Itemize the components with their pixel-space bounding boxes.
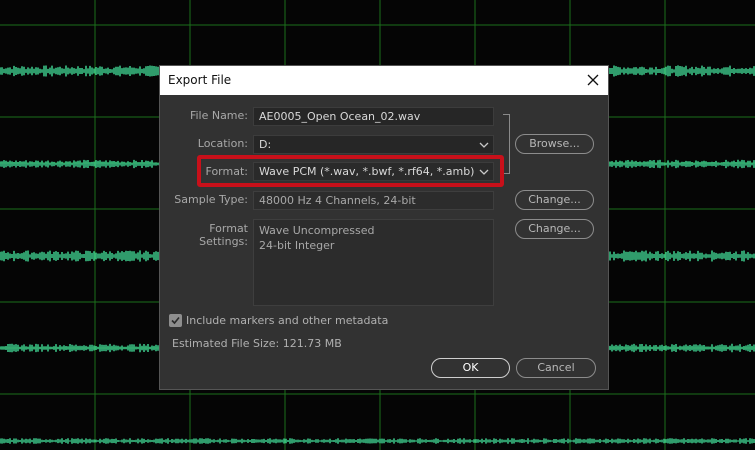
change-sample-type-button[interactable]: Change...: [515, 190, 594, 210]
waveform-track: [0, 438, 755, 444]
dialog-titlebar: Export File: [160, 66, 608, 95]
export-file-dialog: Export File File Name: AE0005_Open Ocean…: [159, 65, 609, 390]
sample-type-field: 48000 Hz 4 Channels, 24-bit: [253, 191, 494, 210]
format-settings-line: Wave Uncompressed: [259, 224, 375, 237]
format-highlight-box: [197, 155, 504, 187]
dialog-title: Export File: [168, 73, 232, 87]
file-name-field[interactable]: AE0005_Open Ocean_02.wav: [253, 107, 494, 126]
location-dropdown[interactable]: D:: [253, 135, 494, 154]
format-settings-line: 24-bit Integer: [259, 239, 335, 252]
bracket-divider: [503, 114, 510, 174]
browse-button[interactable]: Browse...: [515, 134, 594, 154]
file-name-label: File Name:: [189, 109, 248, 122]
include-markers-label[interactable]: Include markers and other metadata: [186, 314, 388, 327]
chevron-down-icon: [479, 142, 489, 148]
change-format-settings-button[interactable]: Change...: [515, 219, 594, 239]
format-settings-box: Wave Uncompressed 24-bit Integer: [253, 219, 494, 306]
location-value: D:: [259, 138, 272, 151]
include-markers-checkbox[interactable]: [169, 314, 182, 327]
location-label: Location:: [197, 137, 248, 150]
format-settings-label: Format Settings:: [199, 222, 248, 248]
cancel-button[interactable]: Cancel: [516, 358, 596, 378]
close-icon[interactable]: [582, 69, 604, 91]
estimated-file-size: Estimated File Size: 121.73 MB: [172, 337, 342, 350]
sample-type-label: Sample Type:: [174, 193, 248, 206]
checkmark-icon: [171, 316, 180, 325]
ok-button[interactable]: OK: [431, 358, 510, 378]
